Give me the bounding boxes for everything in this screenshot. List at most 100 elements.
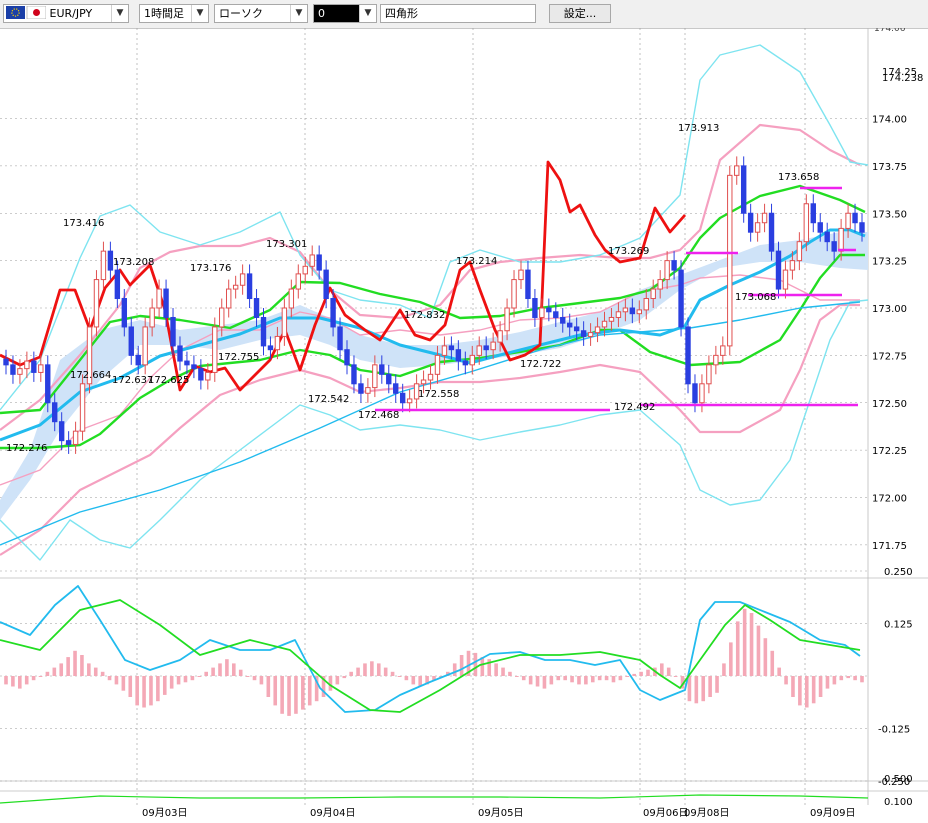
candle-down — [810, 203, 816, 224]
candle-down — [10, 364, 16, 375]
candle-up — [504, 307, 510, 332]
macd-histogram-bar — [480, 657, 485, 676]
timeframe-select[interactable]: 1時間足 ▼ — [139, 4, 209, 23]
candle-down — [692, 383, 698, 404]
macd-histogram-bar — [232, 663, 236, 676]
macd-histogram-bar — [356, 667, 360, 676]
macd-histogram-bar — [52, 667, 57, 676]
price-annotation: 173.269 — [608, 246, 649, 257]
draw-tool-select[interactable]: 0 ▼ — [313, 4, 377, 23]
macd-histogram-bar — [135, 676, 139, 706]
y-tick-label: 0.250 — [884, 567, 913, 578]
x-tick-label: 09月04日 — [310, 807, 355, 819]
y-tick-label: 173.75 — [872, 162, 907, 173]
candle-up — [511, 279, 517, 309]
macd-histogram-bar — [791, 676, 795, 697]
candle-down — [852, 212, 858, 224]
macd-histogram-bar — [556, 676, 561, 681]
candle-down — [824, 231, 830, 243]
candle-up — [664, 260, 670, 281]
chart-grid — [0, 28, 928, 805]
chart-style-select[interactable]: ローソク ▼ — [214, 4, 308, 23]
macd-histogram-bar — [625, 676, 630, 677]
candle-up — [239, 273, 246, 286]
macd-histogram-bar — [535, 676, 540, 687]
y-tick-label: -0.125 — [878, 725, 910, 736]
draw-shape-label: 四角形 — [385, 7, 418, 20]
candle-up — [24, 360, 30, 370]
macd-histogram-bar — [708, 676, 712, 697]
macd-histogram-bar — [839, 676, 844, 681]
chevron-down-icon[interactable]: ▼ — [290, 5, 307, 22]
y-tick-label: 174.238 — [882, 73, 923, 84]
candle-down — [573, 326, 580, 332]
draw-tool-value: 0 — [318, 7, 325, 20]
macd-histogram-bar — [31, 676, 36, 681]
price-annotation: 172.542 — [308, 394, 349, 405]
candle-down — [267, 345, 274, 351]
macd-histogram-bar — [45, 671, 50, 676]
candle-up — [803, 203, 810, 243]
macd-histogram-bar — [59, 663, 64, 676]
macd-histogram-bar — [735, 621, 740, 676]
macd-histogram-bar — [542, 676, 547, 689]
macd-histogram-bar — [38, 676, 43, 677]
candle-up — [212, 326, 218, 373]
macd-histogram-bar — [4, 676, 8, 685]
y-tick-label: 172.25 — [872, 446, 907, 457]
macd-histogram-bar — [238, 669, 243, 676]
y-tick-label: 0.125 — [884, 620, 913, 631]
macd-histogram-bar — [149, 676, 153, 706]
candle-down — [671, 260, 677, 271]
macd-histogram-bar — [818, 676, 823, 697]
price-annotation: 172.664 — [70, 370, 111, 381]
candle-up — [845, 212, 851, 229]
chevron-down-icon[interactable]: ▼ — [111, 5, 128, 22]
candle-up — [469, 354, 475, 366]
macd-histogram-bar — [660, 663, 664, 676]
candle-up — [372, 364, 378, 389]
y-tick-label: 172.75 — [872, 351, 907, 362]
symbol-select[interactable]: EUR/JPY ▼ — [3, 4, 129, 23]
candle-up — [406, 398, 413, 404]
candle-down — [831, 241, 837, 252]
candle-up — [205, 371, 211, 381]
candle-down — [31, 360, 37, 373]
price-annotation: 173.658 — [778, 172, 819, 183]
price-annotation: 173.301 — [266, 239, 307, 250]
macd-panel — [0, 570, 868, 782]
candle-down — [379, 364, 385, 375]
macd-histogram-bar — [853, 676, 857, 681]
bottom-panel — [0, 794, 869, 804]
candle-down — [337, 326, 343, 351]
macd-histogram-bar — [218, 663, 222, 676]
price-annotation: 172.832 — [404, 310, 445, 321]
macd-histogram-bar — [515, 676, 519, 677]
candle-up — [302, 265, 308, 275]
draw-shape-field[interactable]: 四角形 — [380, 4, 536, 23]
macd-histogram-bar — [687, 676, 692, 702]
chevron-down-icon[interactable]: ▼ — [359, 5, 376, 22]
candle-down — [532, 298, 538, 318]
settings-button[interactable]: 設定... — [549, 4, 611, 23]
macd-histogram-bar — [549, 676, 554, 685]
y-tick-label: 171.75 — [872, 541, 907, 552]
macd-histogram-bar — [508, 671, 512, 676]
macd-histogram-bar — [294, 676, 298, 714]
macd-histogram-bar — [577, 676, 581, 685]
macd-histogram-bar — [404, 676, 409, 681]
currency-flags — [6, 5, 47, 20]
macd-histogram-bar — [798, 676, 802, 706]
macd-histogram-bar — [770, 650, 775, 676]
chevron-down-icon[interactable]: ▼ — [191, 5, 208, 22]
macd-histogram-bar — [245, 676, 250, 677]
macd-histogram-bar — [673, 676, 678, 677]
macd-histogram-bar — [763, 638, 768, 676]
macd-histogram-bar — [93, 667, 98, 676]
x-tick-label: 09月06日 — [643, 807, 688, 819]
macd-histogram-bar — [777, 667, 781, 676]
price-chart[interactable]: 174.00 173.75 173.50 173.25 173.00 172.75 172.… — [0, 28, 928, 823]
candle-down — [629, 307, 636, 315]
price-annotation: 173.416 — [63, 218, 104, 229]
macd-histogram-bar — [128, 676, 133, 697]
